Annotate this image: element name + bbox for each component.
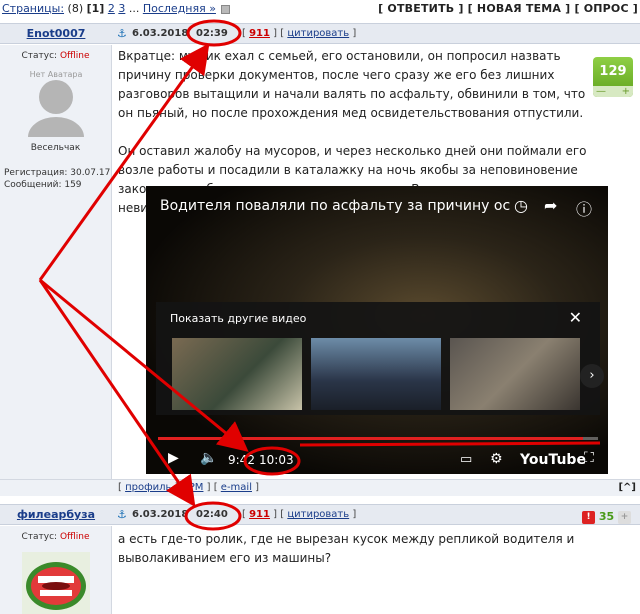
pager-ellipsis: ...: [128, 2, 140, 15]
video-thumbnail[interactable]: [172, 338, 302, 410]
post-date: 6.03.2018: [132, 28, 189, 39]
video-progress-fill: [158, 437, 583, 440]
video-player[interactable]: Водителя поваляли по асфальту за причину…: [146, 186, 608, 474]
quote-link[interactable]: цитировать: [287, 28, 349, 39]
page-link-2[interactable]: 2: [108, 2, 115, 15]
pm-link[interactable]: PM: [189, 482, 204, 493]
reply-button[interactable]: [ ОТВЕТИТЬ ]: [378, 2, 463, 15]
info-icon[interactable]: ⓘ: [576, 196, 592, 220]
poll-button[interactable]: [ ОПРОС ]: [574, 2, 638, 15]
video-current-time: 9:42: [228, 453, 255, 467]
pages-count: (8): [67, 2, 84, 15]
post-footer: [ профиль ] [ PM ] [ e-mail ] [^]: [0, 479, 640, 496]
thumbs-down-icon[interactable]: !: [582, 510, 595, 524]
author-status: Статус: Offline: [0, 532, 111, 542]
post-number-link[interactable]: 911: [249, 509, 270, 520]
page-jump-icon[interactable]: [221, 4, 231, 14]
default-avatar-icon: Нет Аватара: [28, 70, 84, 157]
video-title[interactable]: Водителя поваляли по асфальту за причину…: [160, 198, 510, 214]
thumbs-up-icon[interactable]: +: [618, 510, 631, 524]
author-info: Регистрация: 30.07.17 Сообщений: 159: [0, 167, 111, 191]
post-date: 6.03.2018: [132, 509, 189, 520]
email-link[interactable]: e-mail: [221, 482, 252, 493]
quote-link[interactable]: цитировать: [287, 509, 349, 520]
post-time: 02:39: [196, 28, 228, 39]
anchor-icon[interactable]: ⚓: [117, 27, 127, 40]
avatar: Нет Аватара: [22, 69, 90, 157]
fullscreen-icon[interactable]: ⛶: [584, 450, 594, 466]
status-value: Offline: [59, 51, 90, 61]
anchor-icon[interactable]: ⚓: [117, 508, 127, 521]
settings-icon[interactable]: ⚙: [490, 451, 503, 467]
last-page-link[interactable]: Последняя »: [143, 2, 216, 15]
status-label: Статус:: [21, 51, 58, 61]
more-videos-panel: Показать другие видео ✕ ›: [156, 302, 604, 415]
pages-label[interactable]: Страницы:: [2, 2, 64, 15]
avatar-placeholder-text: Нет Аватара: [30, 70, 83, 79]
post-paragraph: Вкратце: мужик ехал с семьей, его остано…: [118, 49, 586, 120]
video-thumbnail[interactable]: [450, 338, 580, 410]
watch-later-icon[interactable]: ◷: [514, 196, 528, 215]
post-footer-links: [ профиль ] [ PM ] [ e-mail ]: [118, 482, 260, 493]
author-panel: Статус: Offline Нет Аватара Весельчак Ре…: [0, 45, 112, 479]
avatar: [22, 552, 90, 614]
status-value: Offline: [59, 532, 90, 542]
post-author-link[interactable]: Enot0007: [0, 27, 112, 40]
post-paragraph: а есть где-то ролик, где не вырезан кусо…: [118, 532, 575, 565]
post-text: а есть где-то ролик, где не вырезан кусо…: [118, 530, 638, 568]
volume-icon[interactable]: 🔈: [200, 450, 217, 466]
new-topic-button[interactable]: [ НОВАЯ ТЕМА ]: [468, 2, 571, 15]
play-icon[interactable]: ▶: [168, 450, 179, 466]
video-progress-bar[interactable]: [158, 437, 598, 440]
rating-minus-button[interactable]: —: [596, 86, 606, 97]
rating-plus-button[interactable]: +: [622, 86, 630, 97]
video-thumbnail[interactable]: [311, 338, 441, 410]
author-status: Статус: Offline: [0, 51, 111, 61]
pagination: Страницы: (8) [1] 2 3 ... Последняя »: [2, 2, 231, 15]
scroll-up-link[interactable]: [^]: [618, 482, 636, 493]
share-icon[interactable]: ➦: [544, 196, 557, 215]
post-rating: 35: [598, 510, 615, 523]
post-header: филеарбуза ⚓ 6.03.2018 02:40 [ 911 ] [ ц…: [0, 504, 640, 525]
video-duration: 10:03: [259, 453, 294, 467]
post-tools: [ 911 ] [ цитировать ]: [242, 509, 357, 520]
status-label: Статус:: [21, 532, 58, 542]
author-rank: Весельчак: [30, 143, 81, 153]
page-current: [1]: [86, 2, 105, 15]
page-link-3[interactable]: 3: [118, 2, 125, 15]
post-tools: [ 911 ] [ цитировать ]: [242, 28, 357, 39]
registration-date: Регистрация: 30.07.17: [4, 168, 111, 178]
post-time: 02:40: [196, 509, 228, 520]
close-icon[interactable]: ✕: [569, 308, 582, 327]
top-bar: Страницы: (8) [1] 2 3 ... Последняя » [ …: [0, 0, 640, 17]
chevron-right-icon[interactable]: ›: [580, 364, 604, 388]
message-count: Сообщений: 159: [4, 180, 82, 190]
post-header: Enot0007 ⚓ 6.03.2018 02:39 [ 911 ] [ цит…: [0, 23, 640, 44]
subtitles-icon[interactable]: ▭: [460, 452, 472, 467]
post-rating-inline: ! 35 +: [582, 510, 631, 524]
author-panel: Статус: Offline: [0, 526, 112, 614]
topic-actions: [ ОТВЕТИТЬ ] [ НОВАЯ ТЕМА ] [ ОПРОС ]: [378, 2, 638, 15]
rating-controls: — +: [593, 86, 633, 97]
watermelon-mouth-avatar-icon: [22, 552, 90, 614]
post-author-link[interactable]: филеарбуза: [0, 508, 112, 521]
youtube-logo[interactable]: YouTube: [520, 452, 586, 468]
profile-link[interactable]: профиль: [125, 482, 171, 493]
post-number-link[interactable]: 911: [249, 28, 270, 39]
more-videos-title: Показать другие видео: [170, 312, 307, 325]
